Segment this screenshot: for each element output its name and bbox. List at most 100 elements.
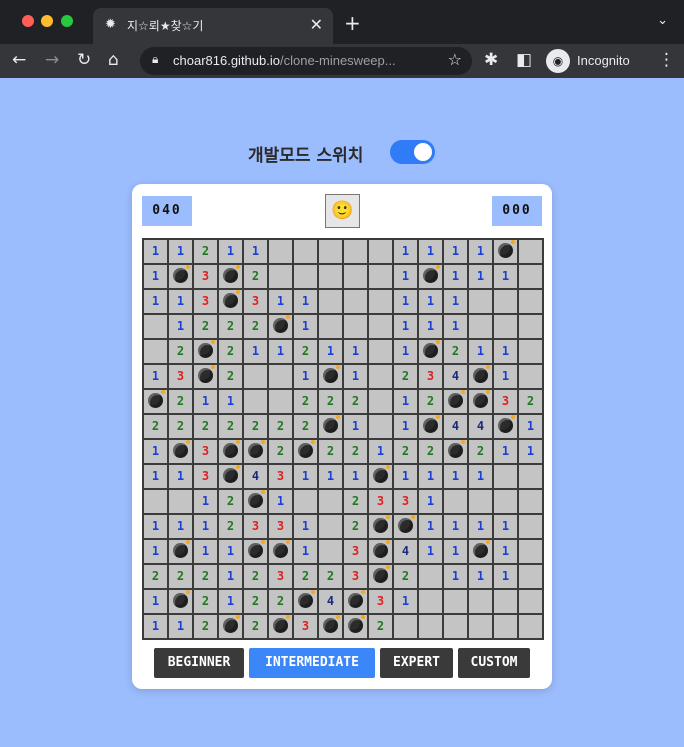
mine-cell[interactable] [418,264,443,289]
empty-cell[interactable] [368,414,393,439]
number-cell[interactable]: 1 [168,514,193,539]
mine-cell[interactable] [243,439,268,464]
tab-close-icon[interactable]: ✕ [310,15,323,34]
empty-cell[interactable] [518,289,543,314]
incognito-indicator[interactable]: ◉ Incognito [546,48,640,74]
forward-icon[interactable]: → [45,49,59,71]
number-cell[interactable]: 3 [268,464,293,489]
number-cell[interactable]: 1 [318,339,343,364]
number-cell[interactable]: 2 [193,414,218,439]
number-cell[interactable]: 2 [318,439,343,464]
beginner-button[interactable]: BEGINNER [154,648,244,678]
empty-cell[interactable] [518,264,543,289]
number-cell[interactable]: 2 [218,339,243,364]
empty-cell[interactable] [318,514,343,539]
number-cell[interactable]: 1 [418,464,443,489]
number-cell[interactable]: 1 [493,539,518,564]
side-panel-icon[interactable]: ◧ [516,49,532,71]
number-cell[interactable]: 1 [443,539,468,564]
number-cell[interactable]: 1 [393,289,418,314]
number-cell[interactable]: 3 [268,514,293,539]
number-cell[interactable]: 1 [168,289,193,314]
mine-cell[interactable] [443,439,468,464]
number-cell[interactable]: 1 [143,589,168,614]
empty-cell[interactable] [443,614,468,639]
number-cell[interactable]: 1 [143,539,168,564]
number-cell[interactable]: 4 [243,464,268,489]
empty-cell[interactable] [168,489,193,514]
empty-cell[interactable] [493,314,518,339]
number-cell[interactable]: 1 [393,414,418,439]
number-cell[interactable]: 1 [218,389,243,414]
number-cell[interactable]: 2 [193,614,218,639]
mine-cell[interactable] [268,314,293,339]
empty-cell[interactable] [343,264,368,289]
empty-cell[interactable] [443,589,468,614]
number-cell[interactable]: 1 [443,239,468,264]
empty-cell[interactable] [393,614,418,639]
number-cell[interactable]: 4 [443,364,468,389]
address-bar[interactable]: 🔒︎ choar816.github.io/clone-minesweep...… [140,47,472,75]
number-cell[interactable]: 2 [343,489,368,514]
smiley-face-button[interactable]: 🙂 [325,194,360,228]
number-cell[interactable]: 2 [343,514,368,539]
number-cell[interactable]: 2 [218,364,243,389]
number-cell[interactable]: 4 [443,414,468,439]
number-cell[interactable]: 1 [493,439,518,464]
number-cell[interactable]: 2 [268,589,293,614]
number-cell[interactable]: 2 [143,564,168,589]
number-cell[interactable]: 1 [293,539,318,564]
home-icon[interactable]: ⌂ [108,49,119,71]
number-cell[interactable]: 2 [168,414,193,439]
number-cell[interactable]: 2 [193,589,218,614]
number-cell[interactable]: 1 [443,264,468,289]
browser-tab[interactable]: ✹ 지☆뢰★찾☆기 ✕ [93,8,333,44]
number-cell[interactable]: 2 [293,339,318,364]
empty-cell[interactable] [343,289,368,314]
empty-cell[interactable] [518,514,543,539]
empty-cell[interactable] [518,614,543,639]
number-cell[interactable]: 3 [493,389,518,414]
number-cell[interactable]: 1 [493,339,518,364]
number-cell[interactable]: 1 [418,314,443,339]
number-cell[interactable]: 2 [243,564,268,589]
minimize-window-button[interactable] [41,15,53,27]
number-cell[interactable]: 2 [518,389,543,414]
mine-cell[interactable] [393,514,418,539]
mine-cell[interactable] [368,564,393,589]
mine-cell[interactable] [168,589,193,614]
number-cell[interactable]: 1 [218,589,243,614]
number-cell[interactable]: 1 [393,314,418,339]
number-cell[interactable]: 1 [493,564,518,589]
number-cell[interactable]: 2 [193,564,218,589]
number-cell[interactable]: 1 [443,464,468,489]
dev-mode-toggle[interactable] [390,140,435,164]
number-cell[interactable]: 1 [268,489,293,514]
number-cell[interactable]: 1 [168,239,193,264]
number-cell[interactable]: 1 [443,289,468,314]
mine-cell[interactable] [468,539,493,564]
empty-cell[interactable] [293,239,318,264]
number-cell[interactable]: 1 [443,564,468,589]
number-cell[interactable]: 3 [193,439,218,464]
number-cell[interactable]: 3 [268,564,293,589]
number-cell[interactable]: 2 [318,389,343,414]
number-cell[interactable]: 2 [193,239,218,264]
mine-cell[interactable] [318,364,343,389]
mine-cell[interactable] [268,614,293,639]
number-cell[interactable]: 1 [368,439,393,464]
empty-cell[interactable] [268,239,293,264]
number-cell[interactable]: 1 [218,564,243,589]
empty-cell[interactable] [243,364,268,389]
number-cell[interactable]: 2 [218,314,243,339]
mine-cell[interactable] [293,439,318,464]
number-cell[interactable]: 1 [268,289,293,314]
number-cell[interactable]: 3 [368,489,393,514]
number-cell[interactable]: 2 [243,264,268,289]
empty-cell[interactable] [418,614,443,639]
empty-cell[interactable] [268,364,293,389]
empty-cell[interactable] [318,314,343,339]
mine-cell[interactable] [368,539,393,564]
number-cell[interactable]: 1 [468,239,493,264]
number-cell[interactable]: 3 [293,614,318,639]
